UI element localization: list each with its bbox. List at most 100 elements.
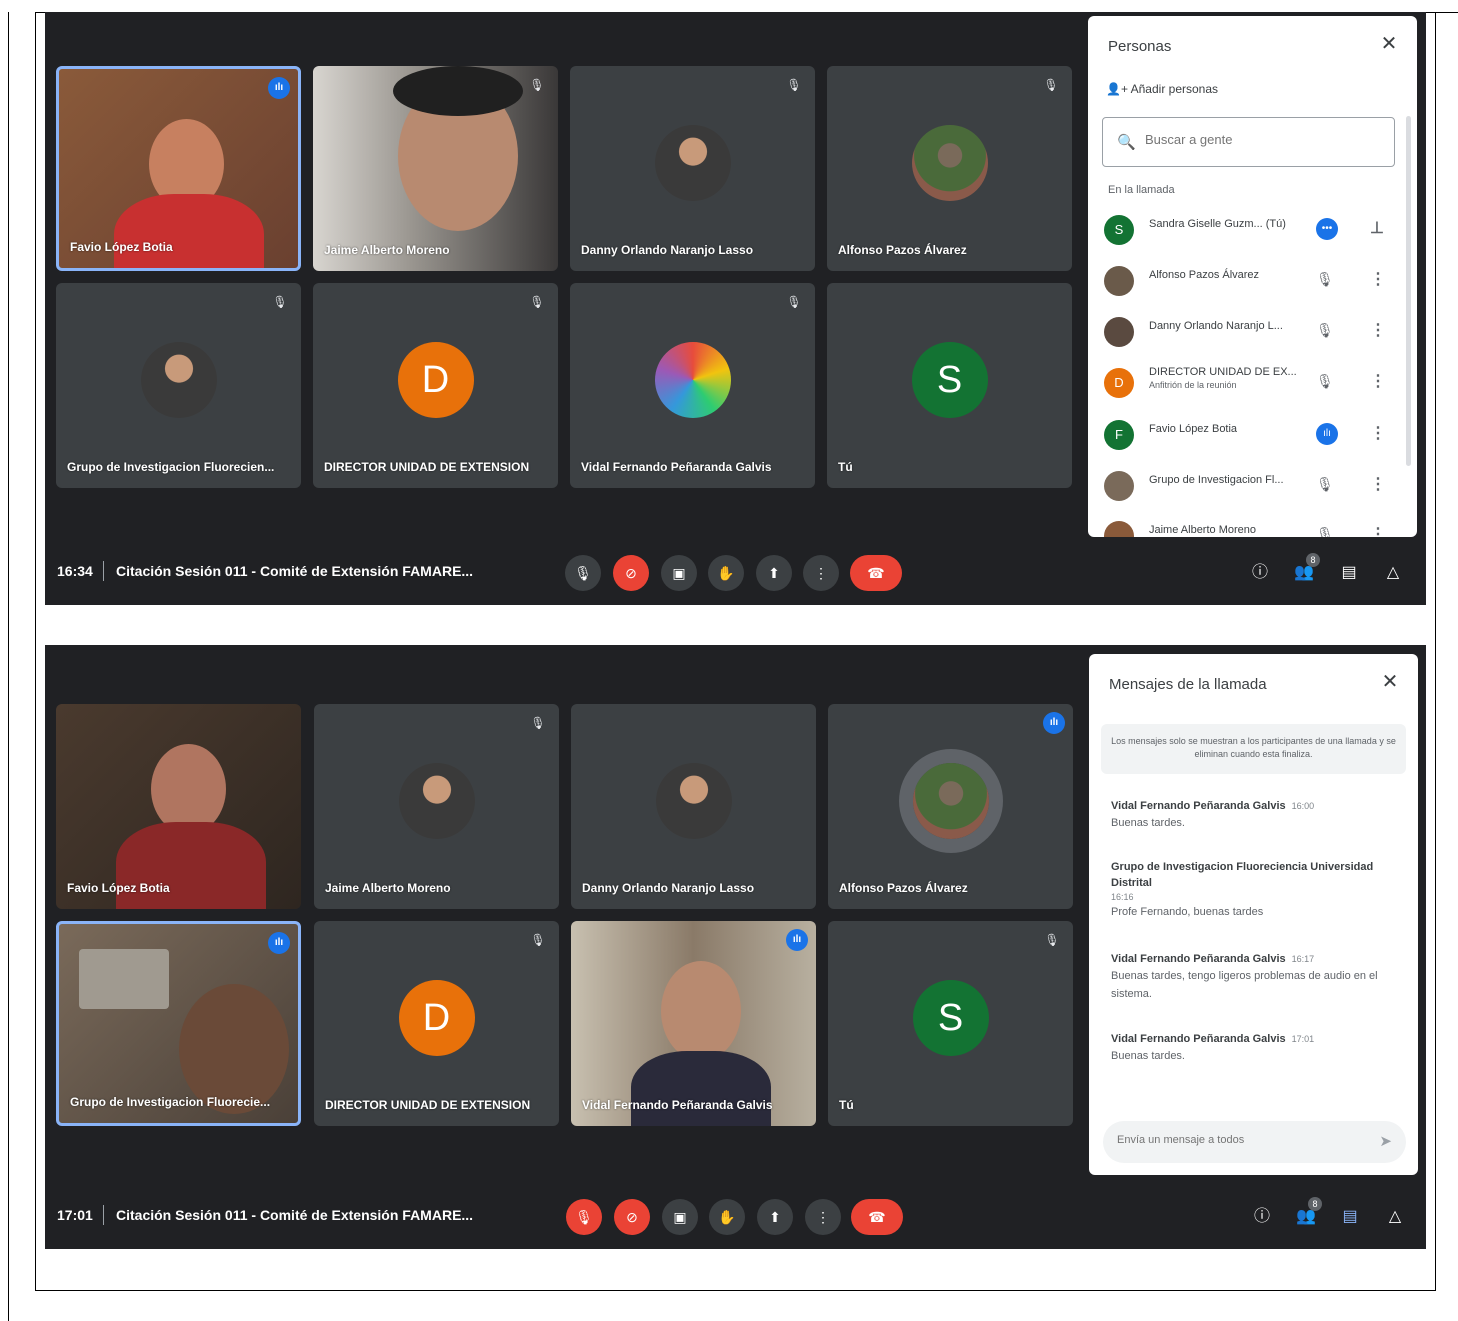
list-item[interactable]: Jaime Alberto Moreno 🎙 ⋮ (1104, 516, 1404, 537)
info-button[interactable]: ⓘ (1248, 1203, 1276, 1231)
more-icon: ⋮ (816, 1209, 830, 1225)
captions-button[interactable]: ▣ (662, 1199, 698, 1235)
divider (103, 1205, 104, 1225)
mic-off-icon: 🎙 (786, 78, 802, 92)
hang-up-button[interactable]: ☎ (850, 555, 902, 591)
participant-tile[interactable]: ılı Alfonso Pazos Álvarez (828, 704, 1073, 909)
present-button[interactable]: ⬆ (756, 555, 792, 591)
info-button[interactable]: ⓘ (1246, 559, 1274, 587)
more-icon[interactable]: ⋮ (1370, 320, 1386, 340)
avatar (1104, 471, 1134, 501)
participant-tile[interactable]: 🎙 S Tú (828, 921, 1073, 1126)
scrollbar[interactable] (1406, 116, 1411, 466)
camera-button[interactable]: ⊘ (613, 555, 649, 591)
camera-off-icon: ⊘ (626, 1209, 638, 1225)
message-time: 16:16 (1111, 892, 1134, 902)
more-icon[interactable]: ⋮ (1370, 524, 1386, 537)
participant-name: Alfonso Pazos Álvarez (839, 881, 968, 895)
participant-tile[interactable]: Danny Orlando Naranjo Lasso (571, 704, 816, 909)
chat-panel: Mensajes de la llamada ✕ Los mensajes so… (1089, 654, 1418, 1175)
chat-input-box[interactable]: ➤ (1103, 1121, 1406, 1163)
meet-screenshot-people: ılı Favio López Botia 🎙 Jaime Alberto Mo… (45, 12, 1426, 605)
hang-up-button[interactable]: ☎ (851, 1199, 903, 1235)
avatar (911, 124, 988, 201)
chat-button[interactable]: ▤ (1335, 559, 1363, 587)
search-field[interactable]: 🔍 (1102, 117, 1395, 167)
pin-icon[interactable]: ⊥ (1370, 218, 1384, 238)
person-name: DIRECTOR UNIDAD DE EX... (1149, 366, 1297, 378)
participant-name: Vidal Fernando Peñaranda Galvis (582, 1098, 773, 1112)
participant-tile[interactable]: ılı Grupo de Investigacion Fluorecie... (56, 921, 301, 1126)
mic-off-icon: 🎙 (786, 295, 802, 309)
participant-name: Alfonso Pazos Álvarez (838, 243, 967, 257)
participant-name: Vidal Fernando Peñaranda Galvis (581, 460, 772, 474)
list-item[interactable]: S Sandra Giselle Guzm... (Tú) ••• ⊥ (1104, 210, 1404, 250)
list-item[interactable]: F Favio López Botia ılı ⋮ (1104, 415, 1404, 455)
raise-hand-button[interactable]: ✋ (709, 1199, 745, 1235)
participant-tile[interactable]: 🎙 Jaime Alberto Moreno (314, 704, 559, 909)
more-icon[interactable]: ⋮ (1370, 474, 1386, 494)
participant-tile[interactable]: S Tú (827, 283, 1072, 488)
send-icon[interactable]: ➤ (1379, 1132, 1392, 1150)
participant-tile[interactable]: ılı Vidal Fernando Peñaranda Galvis (571, 921, 816, 1126)
activities-button[interactable]: △ (1381, 1203, 1409, 1231)
mic-off-icon: 🎙 (1316, 476, 1334, 492)
camera-button[interactable]: ⊘ (614, 1199, 650, 1235)
activities-icon: △ (1388, 1208, 1402, 1225)
participant-tile[interactable]: 🎙 Jaime Alberto Moreno (313, 66, 558, 271)
mic-off-icon: 🎙 (1044, 933, 1060, 947)
present-button[interactable]: ⬆ (757, 1199, 793, 1235)
participant-tile[interactable]: 🎙 D DIRECTOR UNIDAD DE EXTENSION (313, 283, 558, 488)
add-person-icon: 👤+ (1106, 82, 1128, 96)
more-icon[interactable]: ⋮ (1370, 423, 1386, 443)
chat-button[interactable]: ▤ (1336, 1203, 1364, 1231)
participant-name: Favio López Botia (70, 240, 173, 254)
message-sender: Vidal Fernando Peñaranda Galvis (1111, 800, 1286, 812)
more-options-button[interactable]: ⋮ (805, 1199, 841, 1235)
add-people-button[interactable]: 👤+ Añadir personas (1106, 82, 1218, 96)
list-item[interactable]: Danny Orlando Naranjo L... 🎙 ⋮ (1104, 312, 1404, 352)
close-icon[interactable]: ✕ (1377, 32, 1401, 56)
meeting-title: Citación Sesión 011 - Comité de Extensió… (116, 1207, 474, 1223)
meeting-title: Citación Sesión 011 - Comité de Extensió… (116, 563, 474, 579)
chat-input[interactable] (1117, 1134, 1357, 1146)
participant-tile[interactable]: 🎙 D DIRECTOR UNIDAD DE EXTENSION (314, 921, 559, 1126)
participant-tile[interactable]: 🎙 Vidal Fernando Peñaranda Galvis (570, 283, 815, 488)
panel-title: Personas (1108, 38, 1172, 55)
info-icon: ⓘ (1251, 564, 1268, 581)
page-top-rule (1436, 12, 1458, 13)
add-people-label: Añadir personas (1130, 82, 1219, 96)
people-panel: Personas ✕ 👤+ Añadir personas 🔍 En la ll… (1088, 16, 1417, 537)
list-item[interactable]: Grupo de Investigacion Fl... 🎙 ⋮ (1104, 466, 1404, 506)
search-input[interactable] (1145, 132, 1385, 147)
participant-tile[interactable]: 🎙 Alfonso Pazos Álvarez (827, 66, 1072, 271)
participants-badge: 8 (1308, 1197, 1322, 1211)
raise-hand-button[interactable]: ✋ (708, 555, 744, 591)
avatar: D (397, 341, 474, 418)
people-button[interactable]: 👥 8 (1290, 553, 1320, 587)
more-icon[interactable]: ⋮ (1370, 269, 1386, 289)
participant-tile[interactable]: Favio López Botia (56, 704, 301, 909)
participant-name: Tú (838, 460, 853, 474)
participant-tile[interactable]: 🎙 Danny Orlando Naranjo Lasso (570, 66, 815, 271)
chat-message: Vidal Fernando Peñaranda Galvis 16:00 Bue… (1111, 798, 1401, 832)
participant-name: Tú (839, 1098, 854, 1112)
people-button[interactable]: 👥 8 (1292, 1197, 1322, 1231)
avatar: D (398, 979, 475, 1056)
mic-off-icon: 🎙 (1316, 373, 1334, 389)
more-icon[interactable]: ⋮ (1370, 371, 1386, 391)
captions-button[interactable]: ▣ (661, 555, 697, 591)
list-item[interactable]: D DIRECTOR UNIDAD DE EX... Anfitrión de … (1104, 363, 1404, 403)
participant-tile[interactable]: 🎙 Grupo de Investigacion Fluorecien... (56, 283, 301, 488)
message-text: Buenas tardes. (1111, 1050, 1185, 1062)
person-name: Grupo de Investigacion Fl... (1149, 474, 1284, 486)
more-options-button[interactable]: ⋮ (803, 555, 839, 591)
participant-tile[interactable]: ılı Favio López Botia (56, 66, 301, 271)
list-item[interactable]: Alfonso Pazos Álvarez 🎙 ⋮ (1104, 261, 1404, 301)
mic-button[interactable]: 🎙 (566, 1199, 602, 1235)
mic-button[interactable]: 🎙 (565, 555, 601, 591)
activities-button[interactable]: △ (1379, 559, 1407, 587)
close-icon[interactable]: ✕ (1378, 670, 1402, 694)
captions-icon: ▣ (673, 1209, 687, 1225)
participant-name: Grupo de Investigacion Fluorecien... (67, 460, 275, 474)
